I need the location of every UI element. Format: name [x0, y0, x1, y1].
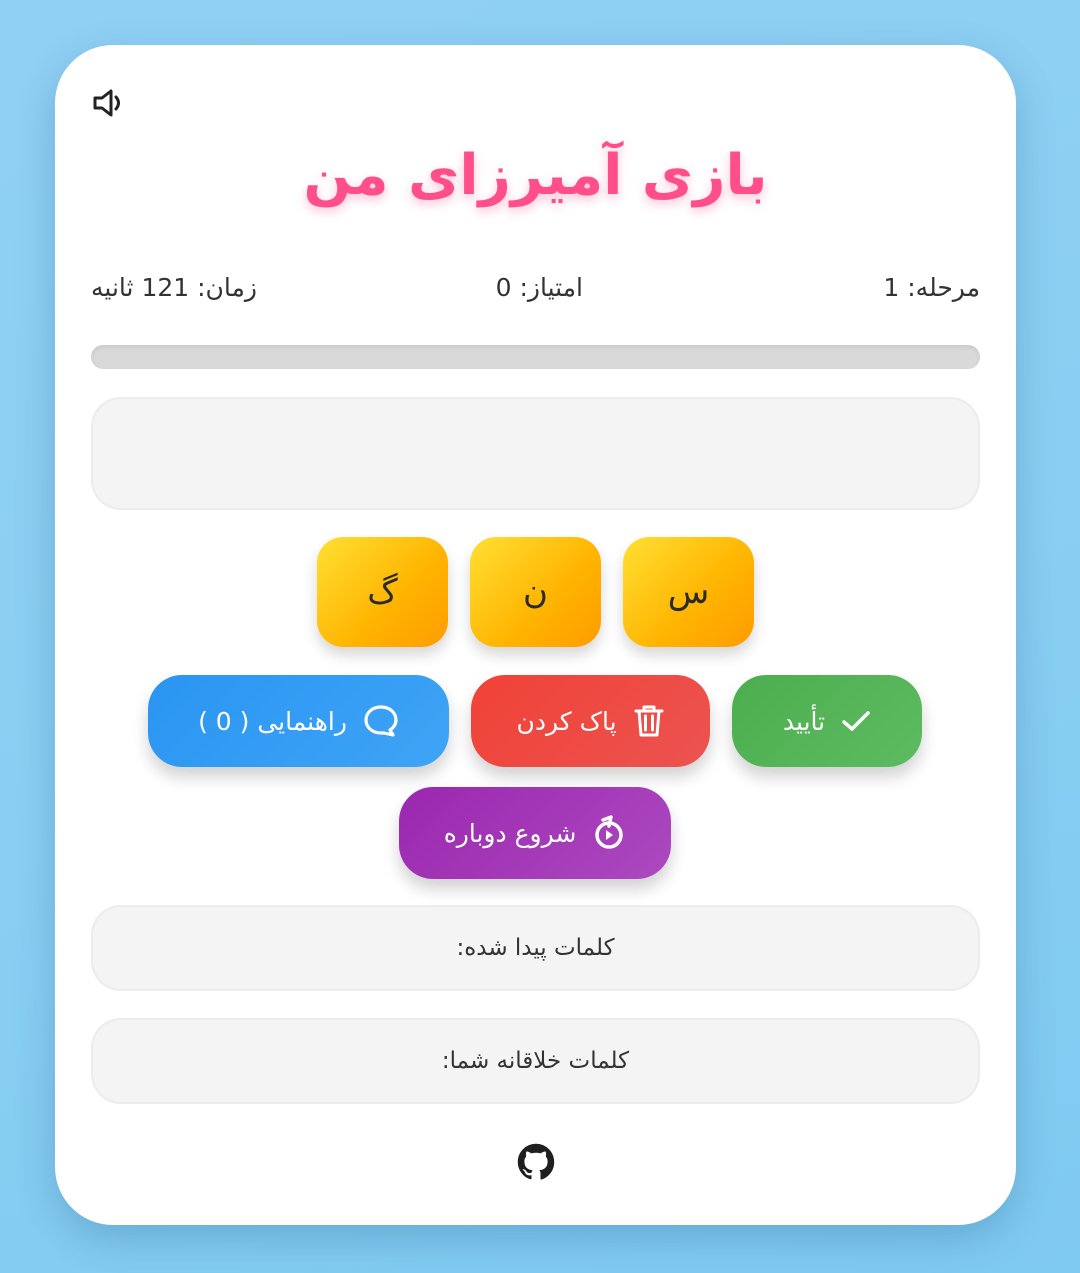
speaker-muted-icon [93, 89, 120, 117]
hint-button[interactable]: راهنمایی ( 0 ) [148, 675, 449, 767]
restart-icon [595, 815, 624, 849]
time-label: زمان: 121 ثانیه [91, 273, 257, 302]
hint-label: راهنمایی ( 0 ) [198, 706, 347, 736]
sound-toggle-button[interactable] [91, 85, 127, 121]
current-word-box [91, 397, 980, 510]
letter-tile[interactable]: س [623, 537, 754, 647]
trash-icon [634, 705, 664, 737]
stats-bar: مرحله: 1 امتیاز: 0 زمان: 121 ثانیه [91, 273, 980, 313]
confirm-button[interactable]: تأیید [732, 675, 922, 767]
confirm-label: تأیید [782, 706, 826, 736]
clear-label: پاک کردن [516, 706, 617, 736]
check-icon [842, 711, 870, 731]
letter-tile[interactable]: گ [317, 537, 448, 647]
found-words-panel: کلمات پیدا شده: [91, 905, 980, 991]
chat-bubble-icon [364, 705, 398, 737]
creative-words-label: کلمات خلاقانه شما: [441, 1048, 630, 1074]
timer-progress-bar [91, 345, 980, 369]
level-label: مرحله: 1 [883, 273, 980, 302]
creative-words-panel: کلمات خلاقانه شما: [91, 1018, 980, 1104]
found-words-label: کلمات پیدا شده: [456, 935, 615, 961]
github-link[interactable] [517, 1143, 555, 1181]
game-title: بازی آمیرزای من [303, 143, 768, 208]
clear-button[interactable]: پاک کردن [471, 675, 710, 767]
score-label: امتیاز: 0 [495, 273, 583, 302]
restart-label: شروع دوباره [443, 818, 577, 848]
github-icon [517, 1143, 555, 1180]
game-card: بازی آمیرزای من مرحله: 1 امتیاز: 0 زمان:… [55, 45, 1016, 1225]
letter-tiles: س ن گ [55, 537, 1016, 647]
restart-button[interactable]: شروع دوباره [399, 787, 671, 879]
letter-tile[interactable]: ن [470, 537, 601, 647]
